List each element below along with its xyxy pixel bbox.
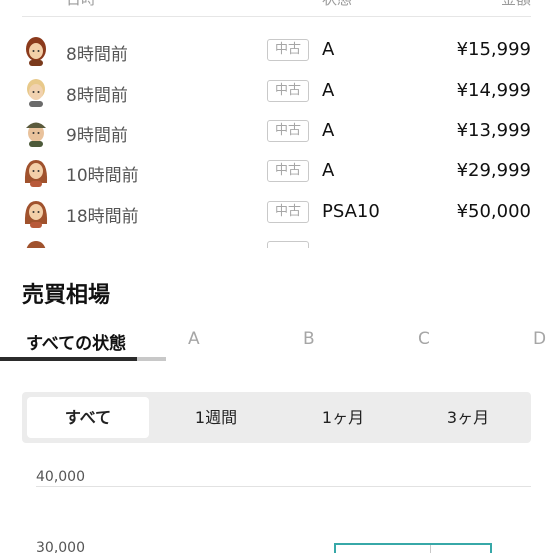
used-badge <box>267 241 309 248</box>
period-1month-button[interactable]: 1ヶ月 <box>282 397 404 438</box>
row-time: 8時間前 <box>66 45 128 65</box>
tab-indicator <box>0 357 137 361</box>
price-range-bar <box>334 543 492 553</box>
avatar-brown-hair-icon <box>26 37 46 66</box>
tab-d[interactable]: D <box>533 329 546 349</box>
tab-c[interactable]: C <box>418 329 430 349</box>
row-condition: A <box>322 120 335 141</box>
row-price: ¥14,999 <box>456 80 531 101</box>
list-item[interactable]: 10時間前 中古 A ¥29,999 <box>0 152 553 192</box>
avatar-cap-icon <box>26 122 46 147</box>
row-time: 10時間前 <box>66 166 139 186</box>
row-price: ¥50,000 <box>456 201 531 222</box>
avatar-long-hair-icon <box>24 160 48 187</box>
list-item[interactable]: 8時間前 中古 A ¥14,999 <box>0 72 553 112</box>
row-condition: A <box>322 39 335 60</box>
section-title: 売買相場 <box>22 283 111 308</box>
row-condition: A <box>322 80 335 101</box>
header-date: 日時 <box>66 0 96 9</box>
row-price: ¥29,999 <box>456 160 531 181</box>
used-badge: 中古 <box>267 120 309 142</box>
header-divider <box>22 16 531 17</box>
avatar-blonde-icon <box>27 79 45 107</box>
row-condition: PSA10 <box>322 201 380 222</box>
period-3month-button[interactable]: 3ヶ月 <box>407 397 529 438</box>
list-item[interactable] <box>0 233 553 248</box>
gridline <box>36 486 531 487</box>
row-price: ¥15,999 <box>456 39 531 60</box>
row-time: 8時間前 <box>66 86 128 106</box>
bar-median-line <box>430 545 431 553</box>
used-badge: 中古 <box>267 160 309 182</box>
tab-all-conditions[interactable]: すべての状態 <box>26 329 126 354</box>
y-tick-label: 30,000 <box>36 540 85 553</box>
condition-tabs: すべての状態 A B C D <box>0 322 553 362</box>
period-selector: すべて 1週間 1ヶ月 3ヶ月 <box>22 392 531 443</box>
list-header: 日時 状態 金額 <box>0 0 553 16</box>
transaction-list: 日時 状態 金額 8時間前 中古 A ¥15,999 8時間前 中古 A ¥14… <box>0 0 553 248</box>
used-badge: 中古 <box>267 80 309 102</box>
used-badge: 中古 <box>267 201 309 223</box>
tab-b[interactable]: B <box>303 329 315 349</box>
list-item[interactable]: 8時間前 中古 A ¥15,999 <box>0 31 553 71</box>
y-tick-label: 40,000 <box>36 469 85 485</box>
row-time: 18時間前 <box>66 207 139 227</box>
avatar-long-hair-icon <box>24 201 48 228</box>
list-item[interactable]: 9時間前 中古 A ¥13,999 <box>0 112 553 152</box>
header-status: 状態 <box>322 0 352 9</box>
period-all-button[interactable]: すべて <box>27 397 149 438</box>
list-item[interactable]: 18時間前 中古 PSA10 ¥50,000 <box>0 193 553 233</box>
tab-a[interactable]: A <box>188 329 200 349</box>
avatar-partial-icon <box>26 241 46 248</box>
used-badge: 中古 <box>267 39 309 61</box>
row-price: ¥13,999 <box>456 120 531 141</box>
row-time: 9時間前 <box>66 126 128 146</box>
period-1week-button[interactable]: 1週間 <box>155 397 277 438</box>
row-condition: A <box>322 160 335 181</box>
price-chart: 40,000 30,000 <box>22 458 531 553</box>
header-amount: 金額 <box>501 0 531 9</box>
